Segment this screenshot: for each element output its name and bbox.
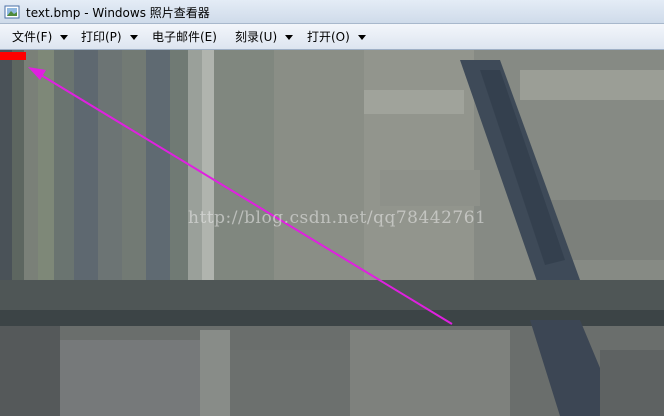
menu-file-label: 文件(F): [12, 30, 53, 44]
menu-file[interactable]: 文件(F): [12, 28, 69, 46]
title-bar: text.bmp - Windows 照片查看器: [0, 0, 664, 24]
photo-viewer-icon: [4, 5, 20, 19]
menu-email[interactable]: 电子邮件(E): [152, 28, 217, 46]
menu-email-label: 电子邮件(E): [152, 30, 217, 44]
menu-print[interactable]: 打印(P): [81, 28, 138, 46]
watermark-text: http://blog.csdn.net/qq78442761: [188, 208, 487, 228]
chevron-down-icon: [285, 35, 294, 40]
window-title: text.bmp - Windows 照片查看器: [26, 6, 210, 20]
menu-burn-label: 刻录(U): [235, 30, 278, 44]
red-highlight: [0, 52, 26, 60]
menu-print-label: 打印(P): [81, 30, 122, 44]
chevron-down-icon: [129, 35, 138, 40]
chevron-down-icon: [357, 35, 366, 40]
pixelated-photo: [0, 50, 664, 416]
menu-open-label: 打开(O): [307, 30, 350, 44]
menu-burn[interactable]: 刻录(U): [235, 28, 294, 46]
chevron-down-icon: [60, 35, 69, 40]
menu-bar: 文件(F) 打印(P) 电子邮件(E) 刻录(U) 打开(O): [0, 24, 664, 50]
menu-open[interactable]: 打开(O): [307, 28, 366, 46]
image-view[interactable]: http://blog.csdn.net/qq78442761: [0, 50, 664, 416]
